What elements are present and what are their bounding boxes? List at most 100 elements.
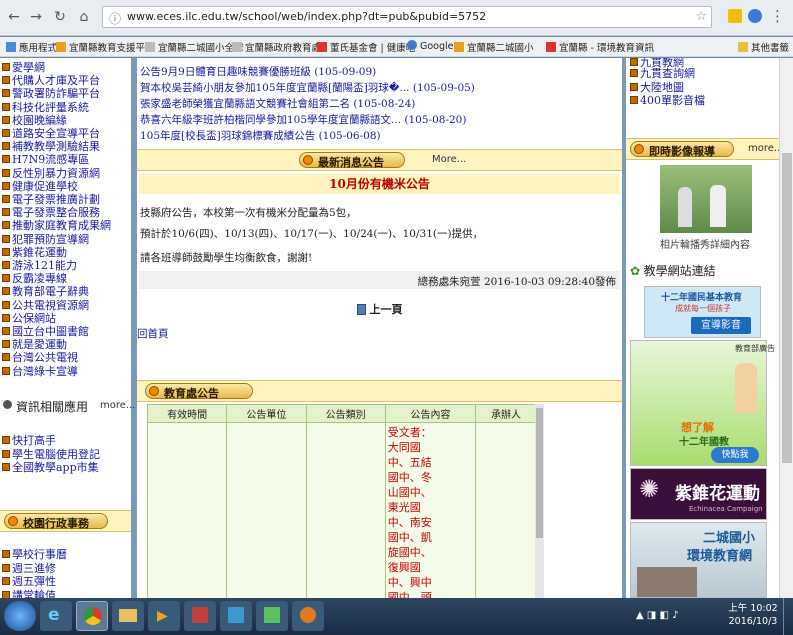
banner-12yr-ad[interactable]: 教育部廣告 想了解 十二年國教 快點我	[630, 340, 775, 466]
section-pill: 校園行政事務	[4, 513, 108, 530]
menu-icon[interactable]: ⋮	[770, 7, 785, 25]
article-paragraph: 預計於10/6(四)、10/13(四)、10/17(一)、10/24(一)、10…	[140, 228, 484, 240]
banner-tag: 教育部廣告	[735, 344, 775, 353]
bullet-icon	[2, 102, 10, 111]
latest-news-header: 最新消息公告 More...	[137, 149, 622, 171]
bookmark-label: 其他書籤	[751, 43, 790, 54]
taskbar-app-icon[interactable]	[292, 601, 324, 631]
bullet-icon	[634, 144, 644, 154]
bullet-icon	[2, 208, 10, 217]
photo-caption-link[interactable]: 相片輪播秀詳細內容	[660, 236, 750, 251]
bullet-icon	[2, 76, 10, 85]
start-button[interactable]	[4, 601, 36, 631]
notice-content-cell[interactable]: 受文者： 大同國 中、五結 國中、冬 山國中、 東光國 中、南安 國中、凱 旋國中、 復興國 中、興…	[384, 422, 477, 598]
link-label: 400單影音檔	[640, 94, 705, 107]
bookmark-item[interactable]: 宜蘭縣二城國小	[454, 40, 534, 54]
edu-notice-table: 有效時間 公告單位 公告類別 公告內容 承辦人 受文者： 大同國 中、五結 國中、冬 山國中、東…	[147, 404, 537, 598]
news-item[interactable]: 恭喜六年級李班許柏楷同學參加105學年度宜蘭縣語文... (105-08-20)	[140, 112, 466, 127]
page-scrollbar[interactable]	[779, 58, 793, 598]
news-item[interactable]: 張家盛老師榮獲宜蘭縣語文競賽社會組第二名 (105-08-24)	[140, 96, 415, 111]
bookmark-item[interactable]: 宜蘭縣二城國小全球	[145, 40, 244, 54]
page-scroll-thumb[interactable]	[782, 153, 792, 463]
bullet-icon	[149, 386, 159, 396]
notice-content-line: 中、五結	[387, 456, 432, 469]
taskbar-app-icon[interactable]	[256, 601, 288, 631]
bullet-icon	[2, 563, 10, 572]
taskbar-app-icon[interactable]	[184, 601, 216, 631]
bullet-icon	[2, 449, 10, 458]
bookmark-label: 應用程式	[19, 43, 58, 54]
bullet-icon	[3, 400, 12, 409]
bookmark-label: 宜蘭縣 - 環境教育資訊	[559, 43, 654, 54]
news-item[interactable]: 公告9月9日體育日趣味競賽優勝班級 (105-09-09)	[140, 64, 376, 79]
column-header: 有效時間	[147, 404, 228, 423]
news-item[interactable]: 105年度[校長盃]羽球錦標賽成績公告 (105-06-08)	[140, 128, 381, 143]
back-icon[interactable]: ←	[4, 7, 24, 27]
section-pill: 最新消息公告	[299, 152, 405, 169]
home-icon[interactable]: ⌂	[74, 7, 94, 27]
bookmark-label: Google	[420, 41, 454, 52]
flower-icon: ✿	[630, 264, 641, 278]
banner-echinacea[interactable]: ✺ 紫錐花運動 Echinacea Campaign	[630, 468, 767, 520]
address-bar[interactable]: ⓘ www.eces.ilc.edu.tw/school/web/index.p…	[102, 6, 712, 28]
notice-content-line: 旋國中、	[387, 546, 432, 559]
more-link[interactable]: more...	[100, 400, 135, 411]
prev-page-link[interactable]: 上一頁	[357, 301, 403, 317]
home-link[interactable]: 回首頁	[137, 326, 169, 341]
bookmark-google[interactable]: Google	[407, 40, 454, 52]
extension-icon[interactable]	[728, 9, 742, 23]
taskbar-ie-icon[interactable]: e	[40, 601, 72, 631]
bullet-icon	[2, 261, 10, 269]
link-item[interactable]: 400單影音檔	[630, 92, 705, 108]
link-item[interactable]: 全國教學app市集	[2, 459, 99, 475]
article-paragraph: 請各班導師鼓勵學生均衡飲食，謝謝!	[140, 252, 313, 264]
taskbar-app-icon[interactable]	[220, 601, 252, 631]
bullet-icon	[2, 463, 10, 471]
bullet-icon	[2, 63, 10, 71]
tray-icons[interactable]: ▲ ◨ ◧ ♪	[636, 610, 679, 621]
notice-content-line: 中、興中	[387, 576, 432, 589]
table-scroll-thumb[interactable]	[536, 408, 543, 538]
forward-icon[interactable]: →	[26, 7, 46, 27]
taskbar-explorer-icon[interactable]	[112, 601, 144, 631]
reload-icon[interactable]: ↻	[50, 7, 70, 27]
star-icon[interactable]: ☆	[695, 9, 707, 24]
notice-content-line: 受文者：	[387, 426, 432, 439]
clock[interactable]: 上午 10:02 2016/10/3	[728, 602, 778, 628]
table-scrollbar[interactable]	[535, 404, 544, 598]
other-bookmarks[interactable]: 其他書籤	[738, 40, 789, 54]
show-desktop-button[interactable]	[783, 598, 793, 635]
notice-content-line: 復興國	[387, 561, 421, 574]
bookmark-label: 宜蘭縣教育支援平台	[69, 43, 155, 54]
bookmark-item[interactable]: 宜蘭縣教育支援平台	[56, 40, 155, 54]
bookmark-item[interactable]: 宜蘭縣 - 環境教育資訊	[546, 40, 654, 54]
banner-12yr-video[interactable]: 十二年國民基本教育 成就每一個孩子 宣導影音	[644, 286, 761, 338]
news-item[interactable]: 賀本校吳芸綺小朋友參加105年度宜蘭縣[蘭陽盃]羽球�... (105-09-0…	[140, 80, 475, 95]
taskbar-chrome-icon[interactable]	[76, 601, 108, 631]
link-item[interactable]: 台灣綠卡宣導	[2, 363, 78, 379]
building-image	[637, 567, 697, 597]
bullet-icon	[2, 181, 10, 190]
table-cell	[475, 422, 537, 598]
browser-toolbar: ← → ↻ ⌂ ⓘ www.eces.ilc.edu.tw/school/web…	[0, 0, 793, 36]
column-header: 公告單位	[226, 404, 307, 423]
banner-env-edu[interactable]: 二城國小 環境教育網	[630, 522, 767, 598]
notice-content-line: 國中、凱	[387, 531, 432, 544]
bookmark-item[interactable]: 董氏基金會 | 健康吃	[317, 40, 415, 54]
taskbar-media-icon[interactable]: ▶	[148, 601, 180, 631]
link-item[interactable]: 講堂輪值	[2, 587, 56, 598]
table-cell	[226, 422, 307, 598]
bookmark-item[interactable]: 宜蘭縣政府教育處	[232, 40, 321, 54]
photo-slideshow[interactable]	[660, 165, 752, 233]
more-link[interactable]: More...	[432, 154, 466, 165]
bullet-icon	[2, 550, 10, 558]
bookmark-apps[interactable]: 應用程式	[6, 40, 57, 54]
page-info-icon[interactable]: ⓘ	[109, 10, 121, 27]
bookmark-label: 宜蘭縣二城國小	[467, 43, 534, 54]
notice-content-line: 國中、冬	[387, 471, 432, 484]
bullet-icon	[630, 82, 638, 91]
article-paragraph: 技縣府公告，本校第一次有機米分配量為5包，	[140, 207, 357, 219]
windows-taskbar: e ▶ ▲ ◨ ◧ ♪ 上午 10:02 2016/10/3	[0, 598, 793, 635]
extension-icon[interactable]	[748, 9, 762, 23]
section-title: 校園行政事務	[23, 517, 89, 530]
